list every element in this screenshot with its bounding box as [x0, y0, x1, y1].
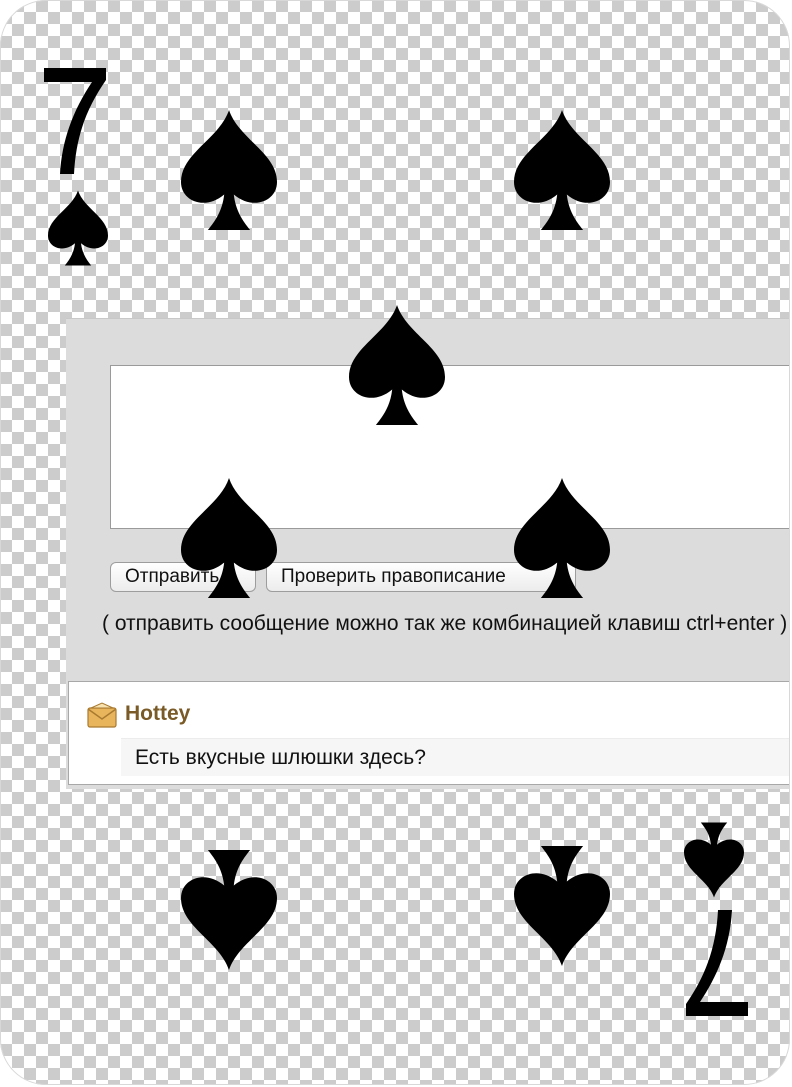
spade-icon	[181, 478, 277, 598]
keyboard-shortcut-hint: ( отправить сообщение можно так же комби…	[102, 612, 788, 635]
spade-icon	[684, 816, 744, 904]
corner-rank-top-left	[40, 62, 110, 182]
spade-icon	[181, 110, 277, 230]
spade-icon	[181, 850, 277, 970]
message-body: Есть вкусные шлюшки здесь?	[121, 738, 790, 776]
spade-icon	[514, 110, 610, 230]
message-item: Hottey Есть вкусные шлюшки здесь?	[68, 681, 790, 785]
spade-icon	[514, 846, 610, 966]
spade-icon	[48, 184, 108, 272]
corner-rank-bottom-right	[682, 902, 752, 1022]
spade-icon	[349, 305, 445, 425]
message-text: Есть вкусные шлюшки здесь?	[135, 746, 426, 769]
message-author[interactable]: Hottey	[125, 702, 190, 726]
spade-icon	[514, 478, 610, 598]
playing-card-background: Отправить Проверить правописание ( отпра…	[0, 0, 790, 1085]
envelope-icon	[87, 702, 117, 728]
